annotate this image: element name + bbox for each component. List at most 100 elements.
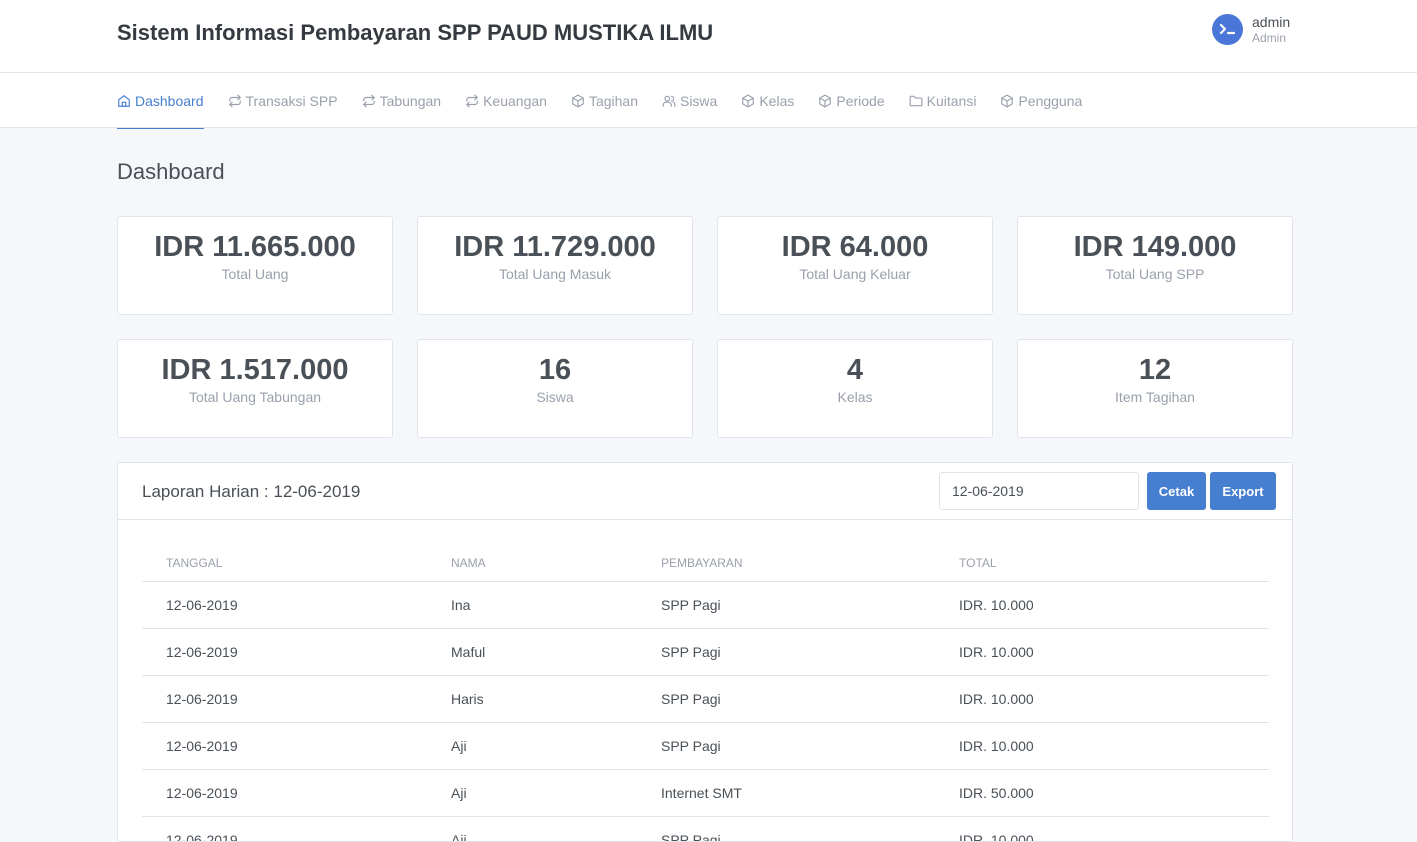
stat-value: 16 xyxy=(538,354,572,386)
stat-label: Total Uang SPP xyxy=(1105,266,1205,282)
nav-item-label: Kuitansi xyxy=(926,92,977,109)
box-icon xyxy=(1001,94,1014,107)
cell-nama: Aji xyxy=(427,722,637,770)
nav-item-dashboard[interactable]: Dashboard xyxy=(117,73,204,129)
cell-nama: Aji xyxy=(427,816,637,841)
nav-item-transaksi-spp[interactable]: Transaksi SPP xyxy=(228,73,338,128)
stat-label: Total Uang Keluar xyxy=(799,266,911,282)
user-menu[interactable]: admin Admin xyxy=(1212,11,1290,47)
column-header-nama: NAMA xyxy=(427,545,637,582)
nav-item-siswa[interactable]: Siswa xyxy=(662,73,717,128)
cell-pembayaran: SPP Pagi xyxy=(637,581,935,629)
nav-item-label: Tagihan xyxy=(588,92,638,109)
box-icon xyxy=(572,94,584,107)
stat-value: 12 xyxy=(1138,354,1172,386)
cell-nama: Maful xyxy=(427,628,637,676)
cell-nama: Haris xyxy=(427,675,637,723)
cell-tanggal: 12-06-2019 xyxy=(142,769,427,817)
nav-item-keuangan[interactable]: Keuangan xyxy=(465,73,547,128)
nav-item-label: Dashboard xyxy=(135,92,204,109)
stat-card-total-uang-keluar: IDR 64.000 Total Uang Keluar xyxy=(717,216,993,315)
table-row: 12-06-2019 Aji SPP Pagi IDR. 10.000 xyxy=(142,722,1269,770)
stat-value: IDR 11.665.000 xyxy=(154,231,356,263)
column-header-tanggal: TANGGAL xyxy=(142,545,427,582)
nav-item-kelas[interactable]: Kelas xyxy=(741,73,794,128)
cell-total: IDR. 50.000 xyxy=(935,769,1269,817)
cell-tanggal: 12-06-2019 xyxy=(142,675,427,723)
page-title: Dashboard xyxy=(117,159,225,184)
stat-label: Siswa xyxy=(536,389,574,405)
user-name: admin xyxy=(1252,13,1291,30)
nav-item-label: Periode xyxy=(836,92,885,109)
cell-tanggal: 12-06-2019 xyxy=(142,722,427,770)
nav-item-periode[interactable]: Periode xyxy=(818,73,885,128)
repeat-icon xyxy=(228,94,241,107)
stat-value: 4 xyxy=(846,354,864,386)
stat-card-siswa: 16 Siswa xyxy=(417,339,693,438)
top-header: Sistem Informasi Pembayaran SPP PAUD MUS… xyxy=(0,0,1417,73)
cell-pembayaran: SPP Pagi xyxy=(637,628,935,676)
cell-nama: Aji xyxy=(427,769,637,817)
cell-tanggal: 12-06-2019 xyxy=(142,816,427,841)
cell-pembayaran: SPP Pagi xyxy=(637,816,935,841)
nav-item-label: Kelas xyxy=(759,92,795,109)
stat-label: Item Tagihan xyxy=(1115,389,1195,405)
nav-item-tabungan[interactable]: Tabungan xyxy=(362,73,442,128)
stat-card-total-uang-spp: IDR 149.000 Total Uang SPP xyxy=(1017,216,1293,315)
cell-pembayaran: Internet SMT xyxy=(637,769,935,817)
cell-total: IDR. 10.000 xyxy=(935,581,1269,629)
report-date-input[interactable] xyxy=(939,472,1139,510)
home-icon xyxy=(118,94,130,107)
cell-total: IDR. 10.000 xyxy=(935,722,1269,770)
table-header-row: TANGGAL NAMA PEMBAYARAN TOTAL xyxy=(142,545,1269,582)
box-icon xyxy=(819,94,832,107)
box-icon xyxy=(742,94,755,107)
cell-tanggal: 12-06-2019 xyxy=(142,628,427,676)
card-header: Laporan Harian : 12-06-2019 Cetak Export xyxy=(118,463,1292,520)
print-button[interactable]: Cetak xyxy=(1147,472,1206,510)
cell-nama: Ina xyxy=(427,581,637,629)
terminal-icon xyxy=(1212,13,1243,45)
nav-item-label: Pengguna xyxy=(1018,92,1083,109)
repeat-icon xyxy=(362,94,375,107)
table-row: 12-06-2019 Ina SPP Pagi IDR. 10.000 xyxy=(142,581,1269,629)
stat-card-total-uang: IDR 11.665.000 Total Uang xyxy=(117,216,393,315)
repeat-icon xyxy=(466,94,478,107)
stat-card-total-uang-tabungan: IDR 1.517.000 Total Uang Tabungan xyxy=(117,339,393,438)
table-row: 12-06-2019 Haris SPP Pagi IDR. 10.000 xyxy=(142,675,1269,723)
column-header-pembayaran: PEMBAYARAN xyxy=(637,545,935,582)
nav-item-tagihan[interactable]: Tagihan xyxy=(571,73,638,128)
user-role: Admin xyxy=(1252,30,1287,45)
stat-card-kelas: 4 Kelas xyxy=(717,339,993,438)
nav-item-label: Siswa xyxy=(679,92,718,109)
table-row: 12-06-2019 Aji Internet SMT IDR. 50.000 xyxy=(142,769,1269,817)
users-icon xyxy=(662,95,676,107)
cell-pembayaran: SPP Pagi xyxy=(637,675,935,723)
export-button[interactable]: Export xyxy=(1210,472,1276,510)
stat-label: Total Uang Tabungan xyxy=(188,389,322,405)
folder-icon xyxy=(909,95,923,106)
stat-value: IDR 64.000 xyxy=(781,231,929,263)
nav-item-kuitansi[interactable]: Kuitansi xyxy=(909,73,977,128)
stat-card-item-tagihan: 12 Item Tagihan xyxy=(1017,339,1293,438)
stat-label: Total Uang xyxy=(221,266,289,282)
cell-total: IDR. 10.000 xyxy=(935,628,1269,676)
cell-total: IDR. 10.000 xyxy=(935,675,1269,723)
stat-label: Total Uang Masuk xyxy=(498,266,612,282)
main-nav: Dashboard Transaksi SPP Tabungan Keuanga… xyxy=(0,73,1417,129)
nav-item-label: Keuangan xyxy=(483,92,547,109)
column-header-total: TOTAL xyxy=(935,545,1269,582)
stat-value: IDR 1.517.000 xyxy=(161,354,349,386)
table-row: 12-06-2019 Maful SPP Pagi IDR. 10.000 xyxy=(142,628,1269,676)
report-table: TANGGAL NAMA PEMBAYARAN TOTAL 12-06-2019… xyxy=(142,545,1269,841)
app-title: Sistem Informasi Pembayaran SPP PAUD MUS… xyxy=(117,20,714,45)
report-title: Laporan Harian : 12-06-2019 xyxy=(142,482,361,501)
cell-tanggal: 12-06-2019 xyxy=(142,581,427,629)
nav-item-pengguna[interactable]: Pengguna xyxy=(1000,73,1082,128)
stat-card-total-uang-masuk: IDR 11.729.000 Total Uang Masuk xyxy=(417,216,693,315)
stat-value: IDR 149.000 xyxy=(1073,231,1237,263)
stat-value: IDR 11.729.000 xyxy=(454,231,656,263)
stat-label: Kelas xyxy=(837,389,873,405)
nav-item-label: Tabungan xyxy=(379,92,442,109)
nav-item-label: Transaksi SPP xyxy=(245,92,338,109)
